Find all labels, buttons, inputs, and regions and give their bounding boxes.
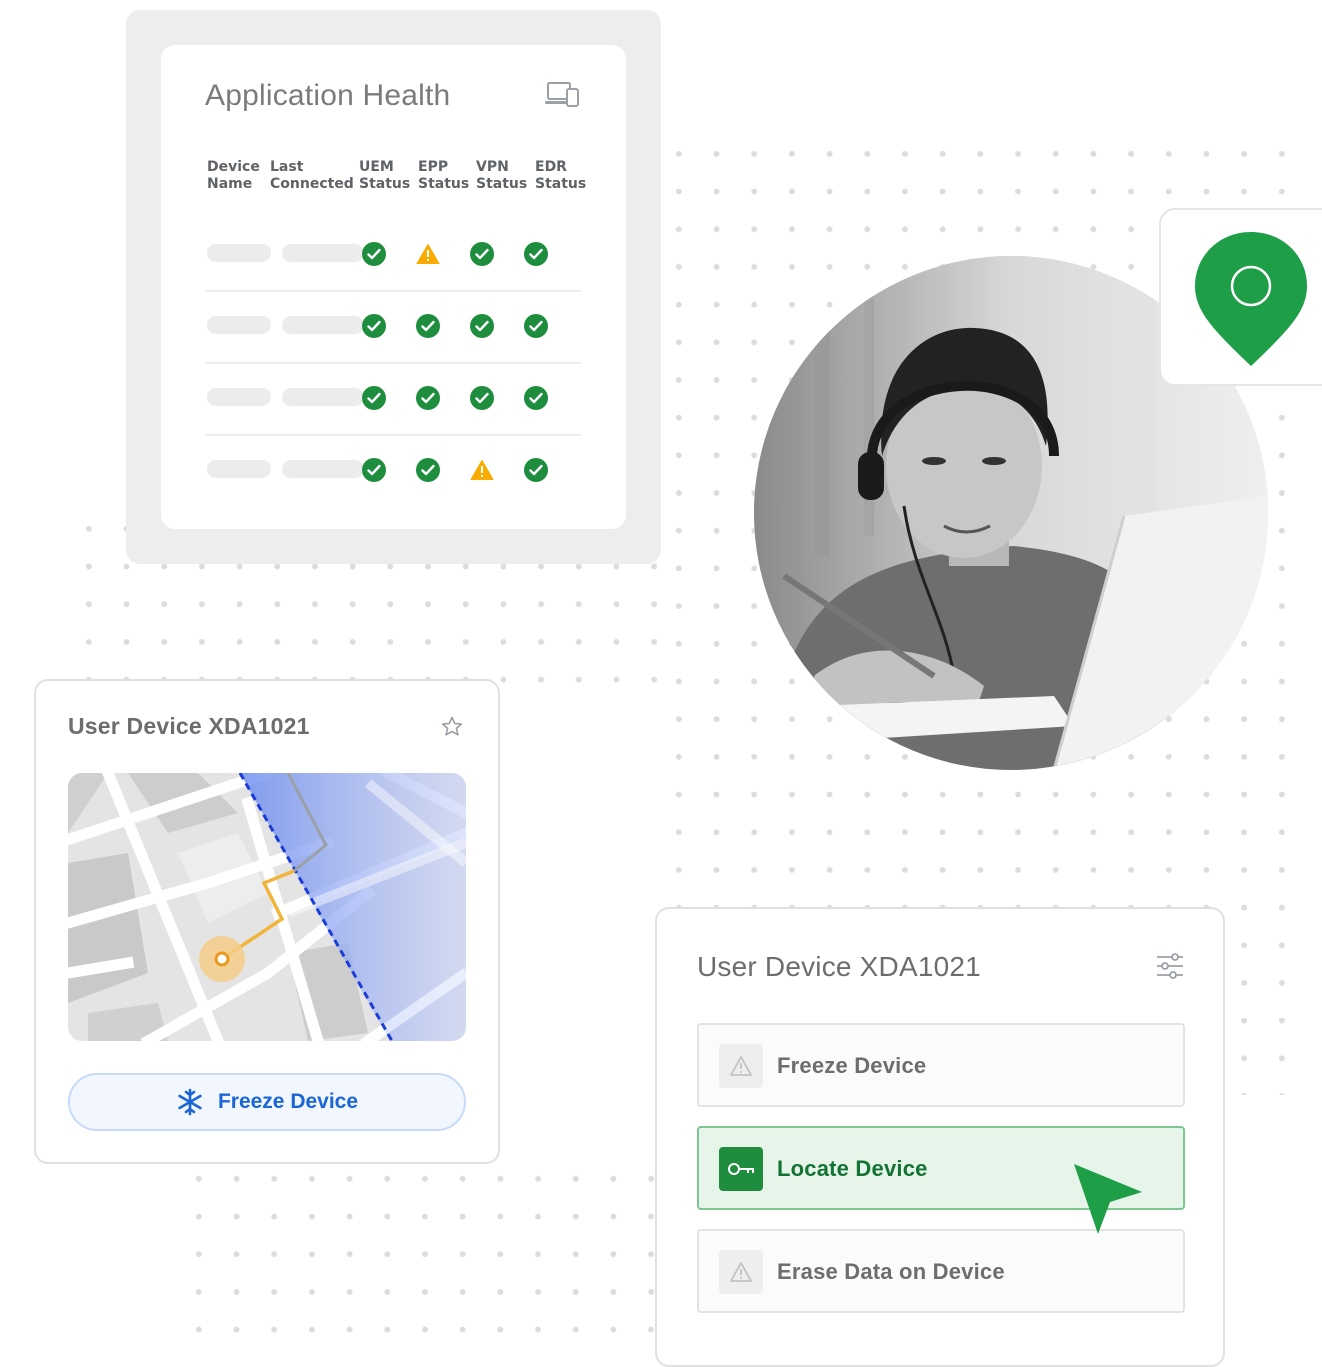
check-circle-icon — [362, 386, 386, 410]
last-connected-placeholder — [282, 316, 364, 334]
device-name-placeholder — [207, 388, 271, 406]
cursor-icon — [1074, 1164, 1142, 1234]
check-circle-icon — [416, 386, 440, 410]
check-circle-icon — [362, 242, 386, 266]
table-row — [205, 372, 581, 444]
row-divider — [205, 362, 581, 364]
col-last-connected: Last Connected — [270, 159, 354, 192]
freeze-device-button[interactable]: Freeze Device — [68, 1073, 466, 1131]
freeze-device-label: Freeze Device — [217, 1090, 359, 1113]
warning-icon — [470, 458, 494, 482]
check-circle-icon — [362, 458, 386, 482]
col-uem-status: UEM Status — [359, 159, 411, 192]
warning-icon — [719, 1250, 763, 1294]
check-circle-icon — [524, 314, 548, 338]
device-name-placeholder — [207, 316, 271, 334]
check-circle-icon — [524, 458, 548, 482]
check-circle-icon — [470, 242, 494, 266]
device-name-placeholder — [207, 244, 271, 262]
location-pin-card — [1159, 208, 1322, 386]
check-circle-icon — [416, 314, 440, 338]
tune-icon[interactable] — [1155, 951, 1185, 981]
row-divider — [205, 434, 581, 436]
col-vpn-status: VPN Status — [476, 159, 528, 192]
col-edr-status: EDR Status — [535, 159, 587, 192]
erase-data-action-label: Erase Data on Device — [777, 1259, 1005, 1284]
devices-icon — [545, 82, 579, 107]
device-location-map[interactable] — [68, 773, 466, 1041]
location-pin-icon — [1195, 232, 1307, 366]
actions-card-title: User Device XDA1021 — [697, 951, 981, 982]
check-circle-icon — [524, 242, 548, 266]
locate-device-action-label: Locate Device — [777, 1156, 928, 1181]
last-connected-placeholder — [282, 388, 364, 406]
snowflake-icon — [178, 1088, 202, 1116]
col-epp-status: EPP Status — [418, 159, 470, 192]
warning-icon — [719, 1044, 763, 1088]
freeze-device-action-label: Freeze Device — [777, 1053, 927, 1078]
key-icon — [719, 1147, 763, 1191]
freeze-device-action[interactable]: Freeze Device — [697, 1023, 1185, 1107]
table-row — [205, 228, 581, 300]
erase-data-action[interactable]: Erase Data on Device — [697, 1229, 1185, 1313]
device-actions-card: User Device XDA1021 Freeze Device Locate… — [655, 907, 1225, 1367]
app-health-title: Application Health — [205, 79, 451, 112]
last-connected-placeholder — [282, 460, 364, 478]
check-circle-icon — [416, 458, 440, 482]
check-circle-icon — [470, 386, 494, 410]
device-card-title: User Device XDA1021 — [68, 713, 310, 739]
app-health-card: Application Health Device Name Last Conn… — [161, 45, 626, 529]
check-circle-icon — [524, 386, 548, 410]
device-name-placeholder — [207, 460, 271, 478]
check-circle-icon — [362, 314, 386, 338]
device-map-card: User Device XDA1021 Freeze Device — [34, 679, 500, 1164]
check-circle-icon — [470, 314, 494, 338]
warning-icon — [416, 242, 440, 266]
last-connected-placeholder — [282, 244, 364, 262]
star-icon[interactable] — [440, 715, 464, 739]
table-row — [205, 300, 581, 372]
col-device-name: Device Name — [207, 159, 260, 192]
dot-pattern — [180, 1160, 660, 1340]
row-divider — [205, 290, 581, 292]
table-row — [205, 444, 581, 516]
